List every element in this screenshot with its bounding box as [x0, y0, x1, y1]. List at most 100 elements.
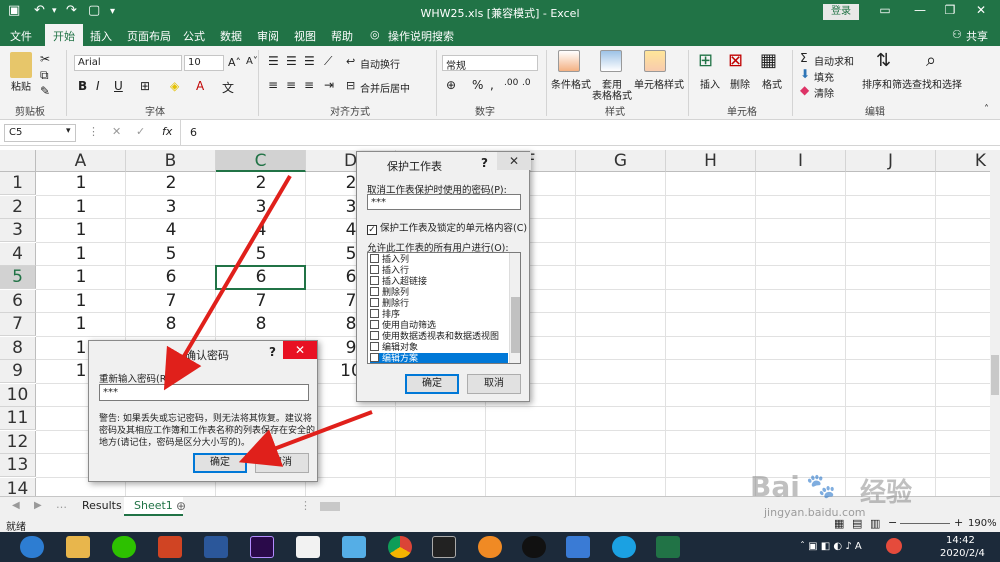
percent-icon[interactable]: %: [472, 78, 483, 92]
browser-icon[interactable]: [20, 536, 44, 558]
ok-button[interactable]: 确定: [193, 453, 247, 473]
delete-cells-icon[interactable]: ⊠: [728, 50, 743, 71]
tell-me-search[interactable]: 操作说明搜索: [388, 28, 454, 44]
row-header-3[interactable]: 3: [0, 219, 36, 242]
comma-icon[interactable]: ,: [490, 78, 494, 92]
help-icon[interactable]: ?: [269, 345, 276, 359]
zoom-level[interactable]: 190%: [968, 518, 997, 529]
align-left-icon[interactable]: ≡: [268, 78, 278, 92]
column-header-h[interactable]: H: [666, 150, 756, 172]
list-item[interactable]: 使用数据透视表和数据透视图: [370, 331, 499, 342]
row-header-4[interactable]: 4: [0, 242, 36, 266]
wechat-icon[interactable]: [112, 536, 136, 558]
list-item[interactable]: 删除列: [370, 287, 409, 298]
cell-style-button[interactable]: 单元格样式: [634, 76, 684, 91]
cell-c2[interactable]: 3: [216, 196, 306, 219]
vertical-scrollbar[interactable]: [990, 150, 1000, 496]
list-item[interactable]: 使用自动筛选: [370, 320, 436, 331]
cancel-entry-icon[interactable]: ✕: [112, 125, 121, 138]
wrap-text-button[interactable]: 自动换行: [360, 56, 400, 71]
row-header-7[interactable]: 7: [0, 313, 36, 336]
ribbon-display-icon[interactable]: ▭: [870, 3, 900, 17]
column-header-k[interactable]: K: [936, 150, 990, 172]
fill-color-icon[interactable]: ◈: [170, 79, 179, 93]
tab-help[interactable]: 帮助: [331, 28, 353, 44]
powerpoint-icon[interactable]: [158, 536, 182, 558]
folder-icon[interactable]: [66, 536, 90, 558]
sheet-tab-sheet1[interactable]: Sheet1: [124, 497, 183, 516]
row-header-9[interactable]: 9: [0, 360, 36, 383]
app3-icon[interactable]: [478, 536, 502, 558]
cut-icon[interactable]: ✂: [40, 52, 50, 66]
row-header-13[interactable]: 13: [0, 454, 36, 477]
row-header-10[interactable]: 10: [0, 383, 36, 407]
cancel-button[interactable]: 取消: [255, 453, 309, 473]
orientation-icon[interactable]: ⟋: [324, 54, 332, 69]
format-cells-button[interactable]: 格式: [762, 76, 782, 91]
list-item[interactable]: 排序: [370, 309, 400, 320]
column-header-c[interactable]: C: [216, 150, 306, 172]
paste-button[interactable]: 粘贴: [11, 78, 31, 93]
row-header-5[interactable]: 5: [0, 266, 36, 289]
name-box-dropdown-icon[interactable]: ▾: [66, 126, 71, 136]
column-header-i[interactable]: I: [756, 150, 846, 172]
cell-a7[interactable]: 1: [36, 313, 126, 336]
cell-a4[interactable]: 1: [36, 243, 126, 266]
decrease-font-icon[interactable]: A˅: [246, 56, 258, 67]
tab-view[interactable]: 视图: [294, 28, 316, 44]
merge-icon[interactable]: ⊟: [346, 79, 355, 92]
cell-c6[interactable]: 7: [216, 290, 306, 313]
list-item-selected[interactable]: 编辑方案: [370, 353, 508, 363]
list-scrollbar[interactable]: [509, 253, 520, 363]
cell-c7[interactable]: 8: [216, 313, 306, 336]
premiere-icon[interactable]: [250, 536, 274, 558]
protect-checkbox[interactable]: ✓: [367, 225, 377, 235]
prev-sheet-icon[interactable]: ◀: [12, 500, 20, 511]
password-input[interactable]: ***: [367, 194, 521, 210]
column-header-g[interactable]: G: [576, 150, 666, 172]
align-right-icon[interactable]: ≡: [304, 78, 314, 92]
minimize-icon[interactable]: —: [905, 3, 935, 17]
help-icon[interactable]: ?: [481, 156, 488, 170]
paste-icon[interactable]: [10, 52, 32, 78]
column-header-b[interactable]: B: [126, 150, 216, 172]
sort-filter-icon[interactable]: ⇅: [876, 50, 891, 71]
tab-review[interactable]: 审阅: [257, 28, 279, 44]
cell-c1[interactable]: 2: [216, 172, 306, 195]
vertical-scroll-thumb[interactable]: [991, 355, 999, 395]
row-header-2[interactable]: 2: [0, 195, 36, 219]
next-sheet-icon[interactable]: ▶: [34, 500, 42, 511]
decrease-decimal-icon[interactable]: .0: [522, 78, 531, 88]
list-item[interactable]: 删除行: [370, 298, 409, 309]
currency-icon[interactable]: ⊕: [446, 78, 456, 92]
cell-c3[interactable]: 4: [216, 219, 306, 242]
italic-button[interactable]: I: [96, 79, 100, 93]
close-dialog-button[interactable]: ✕: [283, 341, 317, 359]
conditional-format-icon[interactable]: [558, 50, 580, 72]
bold-button[interactable]: B: [78, 79, 87, 93]
close-dialog-button[interactable]: ✕: [497, 152, 531, 170]
delete-cells-button[interactable]: 删除: [730, 76, 750, 91]
close-window-icon[interactable]: ✕: [966, 3, 996, 17]
autosum-button[interactable]: 自动求和: [814, 53, 854, 68]
app4-icon[interactable]: [566, 536, 590, 558]
align-middle-icon[interactable]: ☰: [286, 54, 297, 68]
cell-b4[interactable]: 5: [126, 243, 216, 266]
font-size-select[interactable]: 10: [184, 55, 224, 71]
row-header-6[interactable]: 6: [0, 289, 36, 313]
find-select-button[interactable]: 查找和选择: [912, 76, 962, 91]
app-icon[interactable]: [296, 536, 320, 558]
table-format-button-line2[interactable]: 表格格式: [592, 87, 632, 102]
increase-decimal-icon[interactable]: .00: [504, 78, 518, 88]
conditional-format-button[interactable]: 条件格式: [551, 76, 591, 91]
cell-b1[interactable]: 2: [126, 172, 216, 195]
app2-icon[interactable]: [342, 536, 366, 558]
row-header-1[interactable]: 1: [0, 172, 36, 195]
list-item[interactable]: 编辑对象: [370, 342, 418, 353]
font-name-select[interactable]: Arial: [74, 55, 182, 71]
number-format-select[interactable]: 常规: [442, 55, 538, 72]
confirm-entry-icon[interactable]: ✓: [136, 125, 145, 138]
row-header-8[interactable]: 8: [0, 336, 36, 360]
permissions-list[interactable]: 插入列 插入行 插入超链接 删除列 删除行 排序 使用自动筛选 使用数据透视表和…: [367, 252, 521, 364]
collapse-ribbon-icon[interactable]: ˄: [984, 104, 989, 115]
